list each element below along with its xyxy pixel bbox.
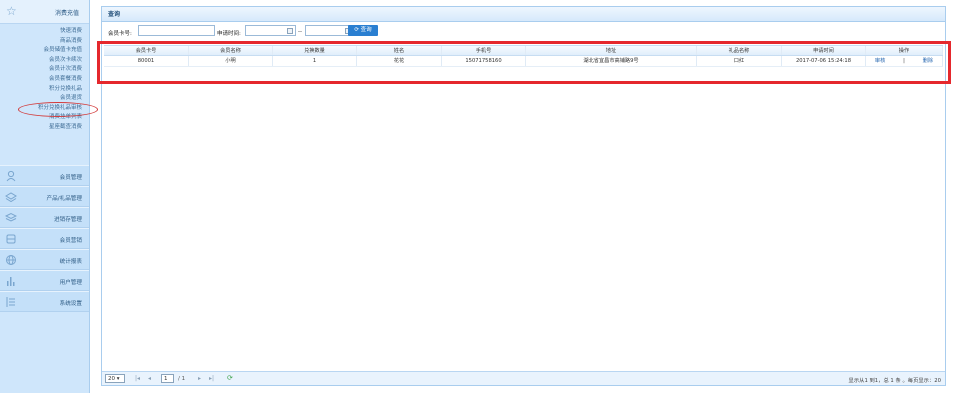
calendar-icon[interactable] xyxy=(287,28,293,34)
sidebar-group-label: 用户管理 xyxy=(59,280,82,286)
sidebar: ☆ 消费充值 快速消费 商品消费 会员储值卡充值 会员次卡续次 会员计次消费 会… xyxy=(0,0,98,393)
query-button-label: 查询 xyxy=(360,27,372,33)
sidebar-submenu: 快速消费 商品消费 会员储值卡充值 会员次卡续次 会员计次消费 会员套餐消费 积… xyxy=(0,24,98,133)
sidebar-group-label: 系统设置 xyxy=(59,301,82,307)
bar-chart-icon xyxy=(7,277,15,286)
sidebar-item-points-exchange[interactable]: 积分兑换礼品 xyxy=(0,85,89,95)
last-page-icon[interactable]: ▸| xyxy=(209,375,214,382)
sidebar-group-label: 统计报表 xyxy=(59,259,82,265)
sidebar-item-count-consume[interactable]: 会员计次消费 xyxy=(0,65,89,75)
stack-icon xyxy=(5,212,17,222)
highlight-frame xyxy=(97,41,951,84)
sidebar-group-member[interactable]: 会员管理 xyxy=(0,165,89,186)
sidebar-group-label: 消费充值 xyxy=(54,10,79,17)
sidebar-item-card-recharge[interactable]: 会员储值卡充值 xyxy=(0,46,89,56)
sidebar-empty-area xyxy=(0,315,89,393)
page-number-input[interactable]: 1 xyxy=(161,374,174,383)
panel-title: 查询 xyxy=(102,7,945,22)
sidebar-group-reports[interactable]: 统计报表 xyxy=(0,249,89,270)
card-number-input[interactable] xyxy=(138,25,215,36)
pagination-bar: 20 ▾ |◂ ◂ 1 / 1 ▸ ▸| ⟳ 显示从1 到1，总 1 条 。每页… xyxy=(102,371,945,385)
sidebar-group-label: 产品/礼品管理 xyxy=(46,196,82,202)
page-size-select[interactable]: 20 ▾ xyxy=(105,374,125,383)
sidebar-item-points-review[interactable]: 积分兑换礼品审核 xyxy=(0,101,98,117)
sidebar-item-fixed-consume[interactable]: 星座截查消费 xyxy=(0,123,89,133)
sidebar-group-users[interactable]: 用户管理 xyxy=(0,270,89,291)
sidebar-group-label: 会员营销 xyxy=(59,238,82,244)
list-icon xyxy=(6,297,15,307)
sidebar-item-goods-consume[interactable]: 商品消费 xyxy=(0,37,89,47)
query-button[interactable]: ⟳ 查询 xyxy=(348,25,378,36)
layers-icon xyxy=(5,192,17,203)
apply-time-label: 申请时间: xyxy=(217,31,241,37)
search-bar: 会员卡号: 申请时间: -- ⟳ 查询 xyxy=(102,22,945,42)
end-date-input[interactable] xyxy=(305,25,354,36)
first-page-icon[interactable]: |◂ xyxy=(135,375,140,382)
total-pages: / 1 xyxy=(178,376,186,382)
sidebar-group-label: 进销存管理 xyxy=(54,217,82,223)
sidebar-group-settings[interactable]: 系统设置 xyxy=(0,291,89,312)
start-date-input[interactable] xyxy=(245,25,296,36)
database-icon xyxy=(6,234,16,244)
globe-icon xyxy=(6,255,16,265)
sidebar-group-product[interactable]: 产品/礼品管理 xyxy=(0,186,89,207)
pagination-info: 显示从1 到1，总 1 条 。每页显示：20 xyxy=(848,378,941,384)
sidebar-group-inventory[interactable]: 进销存管理 xyxy=(0,207,89,228)
sidebar-group-consume-recharge[interactable]: ☆ 消费充值 xyxy=(0,0,89,24)
sidebar-item-quick-consume[interactable]: 快速消费 xyxy=(0,27,89,37)
date-separator: -- xyxy=(298,29,302,35)
prev-page-icon[interactable]: ◂ xyxy=(148,375,151,382)
sidebar-item-package-consume[interactable]: 会员套餐消费 xyxy=(0,75,89,85)
page-size-value: 20 xyxy=(108,376,115,382)
next-page-icon[interactable]: ▸ xyxy=(198,375,201,382)
card-number-label: 会员卡号: xyxy=(108,31,132,37)
sidebar-group-marketing[interactable]: 会员营销 xyxy=(0,228,89,249)
sidebar-item-card-renew[interactable]: 会员次卡续次 xyxy=(0,56,89,66)
sidebar-group-label: 会员管理 xyxy=(59,175,82,181)
refresh-icon[interactable]: ⟳ xyxy=(227,374,233,382)
star-icon: ☆ xyxy=(6,4,17,18)
person-icon xyxy=(6,170,16,182)
